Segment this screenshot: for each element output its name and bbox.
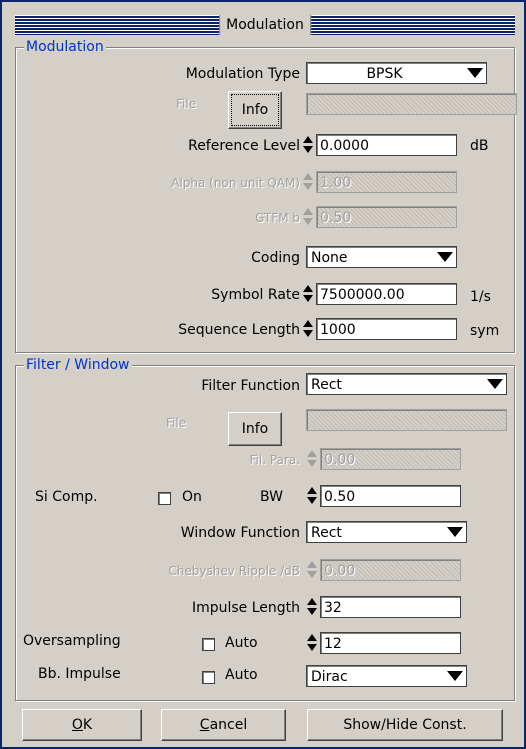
modulation-type-dropdown[interactable]: BPSK	[306, 62, 487, 84]
bb-impulse-label: Bb. Impulse	[38, 666, 121, 682]
gtfm-spinner	[302, 206, 314, 228]
cancel-button[interactable]: Cancel	[161, 709, 286, 741]
window-function-value: Rect	[311, 525, 342, 541]
modulation-type-label: Modulation Type	[185, 66, 300, 82]
gtfm-value: 0.50	[320, 210, 352, 226]
title-bar[interactable]: Modulation	[15, 15, 515, 35]
modulation-group: Modulation Modulation Type BPSK File Inf…	[15, 39, 517, 353]
filter-window-group: Filter / Window Filter Function Rect Fil…	[15, 357, 515, 701]
bb-impulse-dropdown[interactable]: Dirac	[306, 665, 467, 687]
ok-accel: O	[71, 717, 83, 733]
chevron-down-icon	[437, 252, 453, 262]
modulation-group-title: Modulation	[24, 39, 106, 55]
alpha-value: 1.00	[320, 175, 352, 191]
impulse-length-value: 32	[324, 600, 342, 616]
fil-para-label: Fil. Para.	[249, 453, 300, 467]
sequence-length-value: 1000	[320, 322, 356, 338]
window-function-dropdown[interactable]: Rect	[306, 521, 467, 543]
chevron-down-icon	[447, 671, 463, 681]
sequence-length-unit: sym	[470, 323, 500, 339]
chevron-down-icon	[447, 527, 463, 537]
symbol-rate-label: Symbol Rate	[211, 287, 300, 303]
symbol-rate-unit: 1/s	[470, 289, 491, 305]
chevron-down-icon	[467, 68, 483, 78]
alpha-input: 1.00	[316, 171, 457, 193]
chebyshev-label: Chebyshev Ripple /dB	[168, 564, 300, 578]
symbol-rate-spinner[interactable]	[302, 283, 314, 305]
oversampling-auto-label: Auto	[225, 635, 258, 651]
oversampling-spinner[interactable]	[306, 632, 318, 654]
sequence-length-input[interactable]: 1000	[316, 318, 457, 340]
cancel-accel: C	[199, 717, 210, 733]
fil-para-value: 0.00	[324, 452, 356, 468]
ok-rest: K	[82, 717, 93, 733]
symbol-rate-input[interactable]: 7500000.00	[316, 283, 457, 305]
window-function-label: Window Function	[180, 525, 300, 541]
bw-spinner[interactable]	[306, 485, 318, 507]
oversampling-auto-checkbox[interactable]	[202, 638, 215, 651]
oversampling-input[interactable]: 12	[320, 632, 461, 654]
filter-function-value: Rect	[311, 377, 342, 393]
chevron-down-icon	[487, 379, 503, 389]
oversampling-label: Oversampling	[23, 633, 121, 649]
oversampling-value: 12	[324, 636, 342, 652]
modulation-file-field	[306, 93, 517, 115]
reference-level-unit: dB	[470, 138, 489, 154]
modulation-info-button[interactable]: Info	[228, 91, 282, 129]
reference-level-input[interactable]: 0.0000	[316, 134, 457, 156]
gtfm-label: GTFM b	[255, 211, 300, 225]
show-hide-const-button[interactable]: Show/Hide Const.	[307, 709, 503, 741]
cancel-rest: ancel	[209, 717, 248, 733]
coding-value: None	[311, 250, 348, 266]
symbol-rate-value: 7500000.00	[320, 287, 405, 303]
filter-file-label: File	[166, 416, 187, 430]
fil-para-input: 0.00	[320, 448, 461, 470]
filter-window-group-title: Filter / Window	[24, 357, 132, 373]
ok-button[interactable]: OK	[22, 709, 142, 741]
filter-info-button[interactable]: Info	[228, 412, 282, 446]
show-hide-const-label: Show/Hide Const.	[343, 717, 467, 733]
alpha-spinner	[302, 171, 314, 193]
gtfm-input: 0.50	[316, 206, 457, 228]
alpha-label: Alpha (non unit QAM)	[171, 176, 300, 190]
filter-function-label: Filter Function	[201, 378, 300, 394]
impulse-length-label: Impulse Length	[191, 600, 300, 616]
filter-function-dropdown[interactable]: Rect	[306, 373, 507, 395]
modulation-info-label: Info	[241, 102, 269, 118]
impulse-length-spinner[interactable]	[306, 596, 318, 618]
bw-label: BW	[260, 489, 283, 505]
coding-label: Coding	[251, 250, 300, 266]
sequence-length-label: Sequence Length	[178, 322, 300, 338]
modulation-dialog: Modulation Modulation Modulation Type BP…	[0, 0, 526, 749]
sequence-length-spinner[interactable]	[302, 318, 314, 340]
fil-para-spinner	[306, 448, 318, 470]
filter-info-label: Info	[241, 421, 269, 437]
filter-file-field	[306, 409, 507, 431]
modulation-type-value: BPSK	[366, 66, 403, 82]
reference-level-spinner[interactable]	[302, 134, 314, 156]
chebyshev-input: 0.00	[320, 559, 461, 581]
chebyshev-value: 0.00	[324, 563, 356, 579]
bb-impulse-auto-label: Auto	[225, 667, 258, 683]
bw-value: 0.50	[324, 489, 356, 505]
bb-impulse-value: Dirac	[311, 669, 348, 685]
si-comp-on-label: On	[182, 489, 202, 505]
impulse-length-input[interactable]: 32	[320, 596, 461, 618]
window-title: Modulation	[219, 15, 311, 35]
bw-input[interactable]: 0.50	[320, 485, 461, 507]
modulation-file-label: File	[176, 97, 197, 111]
bb-impulse-auto-checkbox[interactable]	[202, 671, 215, 684]
coding-dropdown[interactable]: None	[306, 246, 457, 268]
reference-level-label: Reference Level	[188, 138, 300, 154]
chebyshev-spinner	[306, 559, 318, 581]
si-comp-label: Si Comp.	[35, 489, 98, 505]
si-comp-on-checkbox[interactable]	[158, 492, 171, 505]
reference-level-value: 0.0000	[320, 138, 369, 154]
